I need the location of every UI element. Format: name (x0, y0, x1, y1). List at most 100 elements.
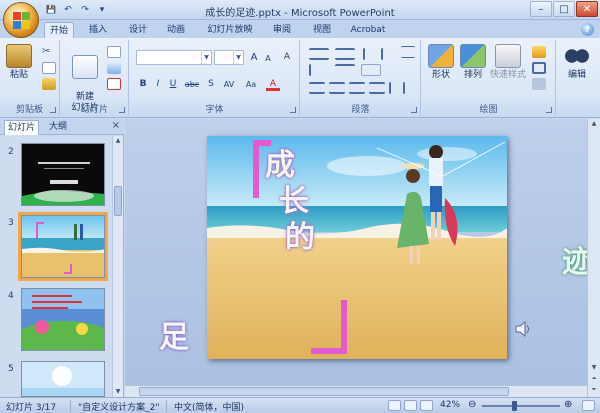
thumb-number: 5 (8, 364, 14, 374)
close-button[interactable]: ✕ (576, 1, 598, 17)
bold-button[interactable]: B (136, 78, 150, 91)
tab-insert[interactable]: 插入 (84, 22, 112, 38)
shadow-button[interactable]: S (204, 78, 218, 91)
editor-hscroll-thumb[interactable] (139, 387, 509, 396)
font-size-dropdown-icon[interactable]: ▼ (233, 51, 243, 64)
edit-button[interactable]: 编辑 (561, 44, 593, 81)
tab-animation[interactable]: 动画 (162, 22, 190, 38)
window-title: 成长的足迹.pptx - Microsoft PowerPoint (205, 8, 395, 19)
minimize-button[interactable]: – (530, 1, 552, 17)
shape-outline-icon[interactable] (532, 62, 546, 74)
shape-effects-icon[interactable] (532, 78, 546, 90)
copy-icon[interactable] (42, 62, 56, 74)
underline-button[interactable]: U (166, 78, 180, 91)
slide-sorter-icon[interactable] (404, 400, 417, 411)
slideshow-view-icon[interactable] (420, 400, 433, 411)
tab-home[interactable]: 开始 (44, 22, 74, 38)
slide-thumb-3[interactable] (18, 212, 108, 281)
normal-view-icon[interactable] (388, 400, 401, 411)
slide-thumb-4[interactable] (21, 288, 105, 351)
editor-horizontal-scrollbar[interactable] (125, 385, 587, 397)
grow-font-button[interactable]: A (247, 51, 261, 64)
quick-styles-button[interactable]: 快速样式 (488, 44, 528, 81)
panel-scroll-thumb[interactable] (114, 186, 122, 216)
font-launcher-icon[interactable] (290, 107, 296, 113)
zoom-level[interactable]: 42% (440, 400, 460, 410)
char-spacing-button[interactable]: AV (220, 78, 238, 91)
font-size-field[interactable]: ▼ (214, 50, 244, 65)
office-button[interactable] (3, 2, 39, 38)
language-indicator[interactable]: 中文(简体，中国) (174, 400, 244, 413)
scroll-down-icon[interactable]: ▼ (113, 387, 123, 397)
font-name-dropdown-icon[interactable]: ▼ (201, 51, 211, 64)
panel-close-icon[interactable]: × (112, 120, 120, 131)
tab-slideshow[interactable]: 幻灯片放映 (203, 22, 257, 38)
line-spacing-icon[interactable] (401, 46, 415, 58)
title-bar: 💾 ↶ ↷ ▾ 成长的足迹.pptx - Microsoft PowerPoin… (0, 0, 600, 20)
reset-icon[interactable] (107, 62, 121, 74)
align-right-icon[interactable] (349, 82, 365, 94)
paragraph-group-label: 段落 (351, 105, 370, 115)
arrange-button[interactable]: 排列 (458, 44, 488, 81)
quick-styles-icon (495, 44, 521, 68)
scroll-up-icon[interactable]: ▲ (113, 136, 123, 146)
delete-slide-icon[interactable] (107, 78, 121, 90)
increase-indent-icon[interactable] (381, 48, 395, 60)
fit-to-window-icon[interactable] (582, 400, 595, 411)
tab-view[interactable]: 视图 (308, 22, 336, 38)
slides-launcher-icon[interactable] (119, 107, 125, 113)
editor-scroll-down-icon[interactable]: ▼ (589, 363, 599, 373)
shrink-font-button[interactable]: A (261, 52, 275, 65)
align-text-icon[interactable] (335, 64, 355, 76)
thumb-number: 2 (8, 147, 14, 157)
current-slide[interactable]: 成 长 的 (207, 136, 507, 359)
font-color-button[interactable]: A (266, 78, 280, 91)
tab-slides[interactable]: 幻灯片 (4, 120, 40, 135)
editor-scroll-up-icon[interactable]: ▲ (589, 119, 599, 129)
clipboard-launcher-icon[interactable] (50, 107, 56, 113)
zoom-slider-knob[interactable] (512, 401, 517, 411)
shapes-button[interactable]: 形状 (426, 44, 456, 81)
drawing-launcher-icon[interactable] (546, 107, 552, 113)
zoom-slider[interactable] (482, 405, 560, 407)
decrease-indent-icon[interactable] (363, 48, 377, 60)
tab-acrobat[interactable]: Acrobat (346, 22, 390, 38)
clear-format-button[interactable]: A (280, 51, 294, 64)
tab-review[interactable]: 审阅 (268, 22, 296, 38)
slide-thumb-5[interactable] (21, 361, 105, 397)
align-center-icon[interactable] (329, 82, 345, 94)
numbering-icon[interactable] (335, 48, 355, 60)
text-direction-icon[interactable] (309, 64, 329, 76)
tab-design[interactable]: 设计 (124, 22, 152, 38)
font-name-field[interactable]: ▼ (136, 50, 212, 65)
paste-button[interactable]: 粘贴 (6, 44, 32, 81)
help-icon[interactable]: ? (581, 23, 594, 36)
italic-button[interactable]: I (151, 78, 165, 91)
group-slides: 新建 幻灯片 幻灯片 (61, 40, 129, 116)
tab-outline[interactable]: 大纲 (46, 120, 70, 135)
justify-icon[interactable] (369, 82, 385, 94)
columns-icon[interactable] (389, 82, 405, 94)
paragraph-launcher-icon[interactable] (411, 107, 417, 113)
status-bar: 幻灯片 3/17 "自定义设计方案_2" 中文(简体，中国) 42% ⊖ ⊕ (0, 397, 600, 413)
ribbon: 粘贴 ✂ 剪贴板 新建 幻灯片 幻灯片 ▼ ▼ A A A B I U abc … (0, 38, 600, 118)
smartart-icon[interactable] (361, 64, 381, 76)
bullets-icon[interactable] (309, 48, 329, 60)
panel-scrollbar[interactable]: ▲ ▼ (112, 136, 123, 397)
editor-vertical-scrollbar[interactable]: ▲ ▼ ⏶ ⏷ (587, 119, 600, 397)
previous-slide-icon[interactable]: ⏶ (589, 374, 599, 384)
next-slide-icon[interactable]: ⏷ (589, 385, 599, 395)
change-case-button[interactable]: Aa (242, 78, 260, 91)
slide-thumb-2[interactable] (21, 143, 105, 206)
strikethrough-button[interactable]: abc (182, 78, 202, 91)
maximize-button[interactable]: □ (553, 1, 575, 17)
speaker-icon[interactable] (514, 320, 532, 338)
format-painter-icon[interactable] (42, 78, 56, 90)
shape-fill-icon[interactable] (532, 46, 546, 58)
group-drawing: 形状 排列 快速样式 绘图 (422, 40, 556, 116)
cut-icon[interactable]: ✂ (42, 46, 56, 58)
zoom-out-icon[interactable]: ⊖ (468, 399, 476, 410)
layout-icon[interactable] (107, 46, 121, 58)
align-left-icon[interactable] (309, 82, 325, 94)
zoom-in-icon[interactable]: ⊕ (564, 399, 572, 410)
